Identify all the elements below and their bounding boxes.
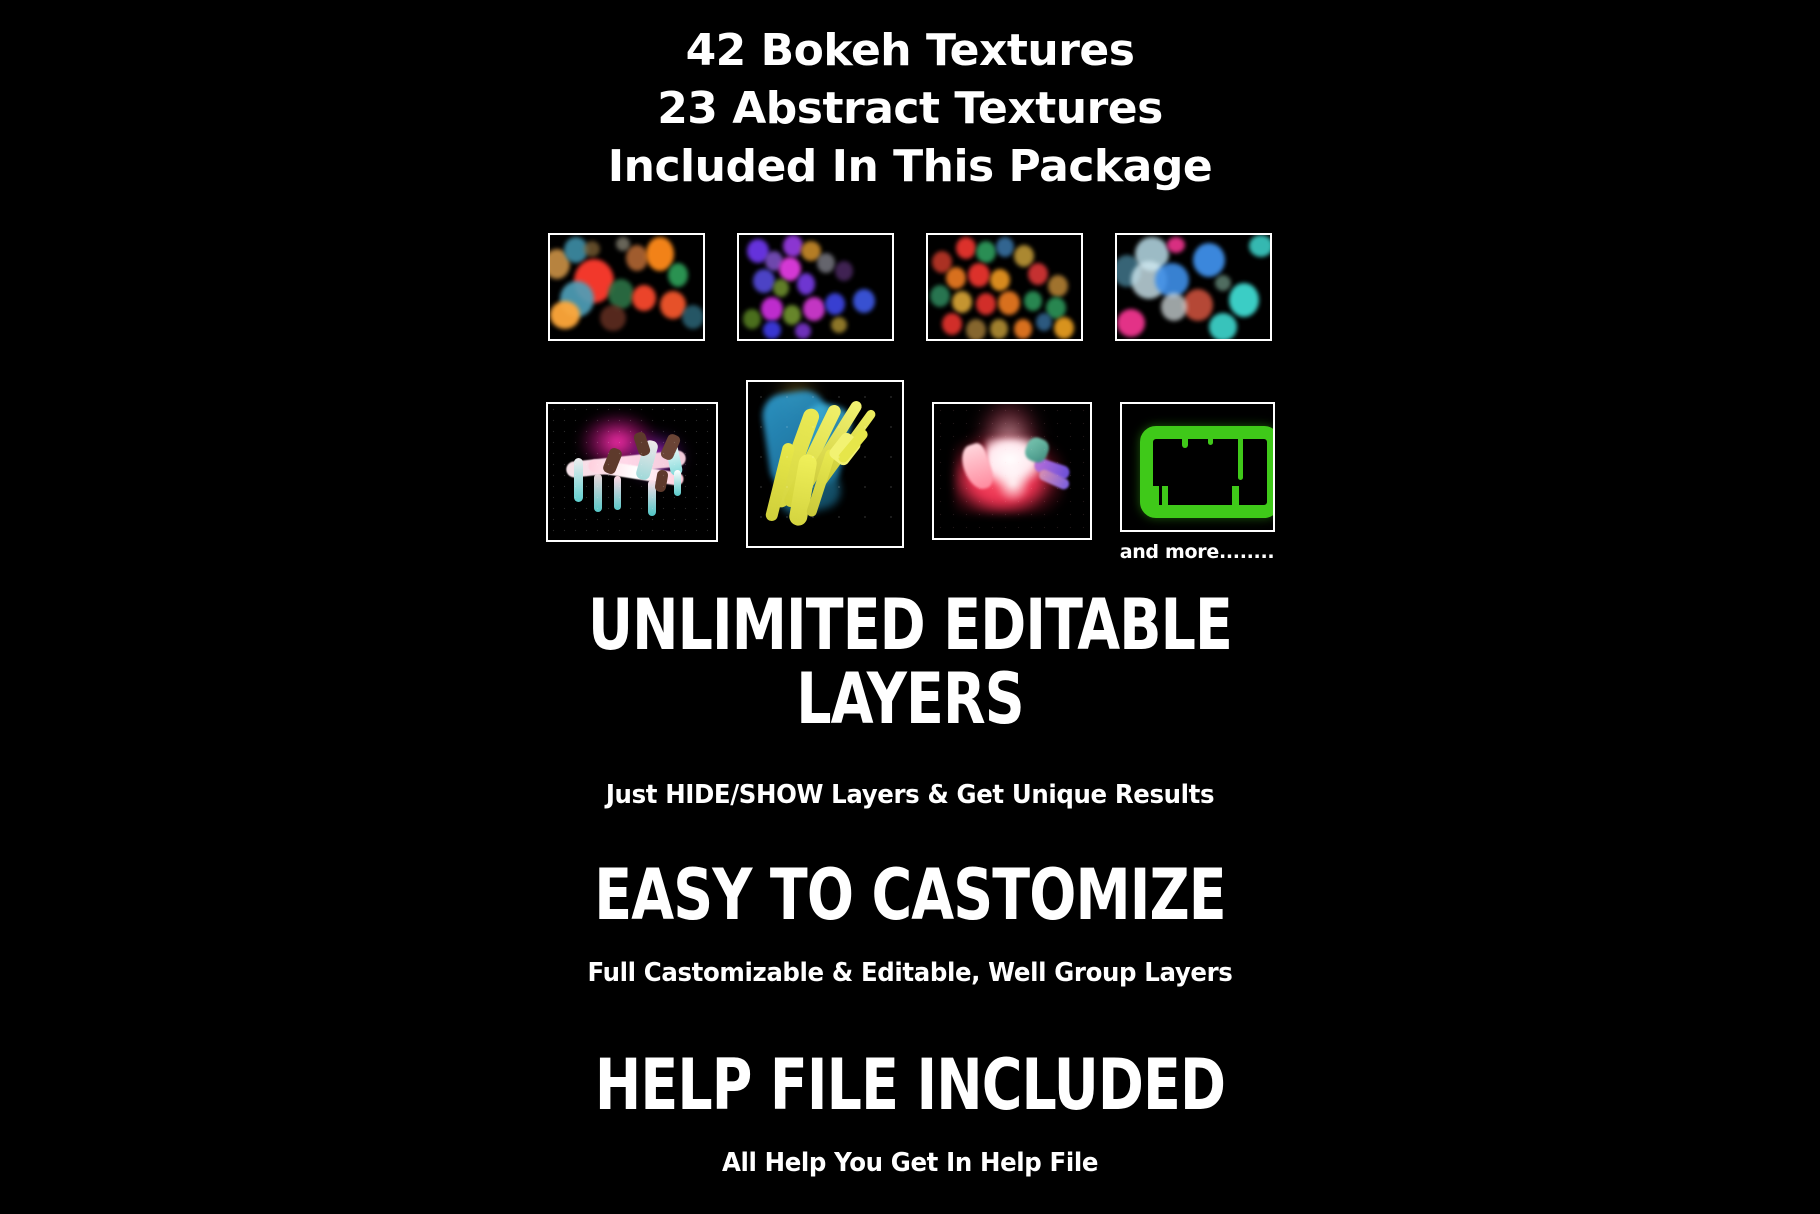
abstract-thumbnail-row: and more........: [0, 380, 1820, 563]
feature-help-file-title: HELP FILE INCLUDED: [594, 1044, 1226, 1126]
feature-help-file-subtitle: All Help You Get In Help File: [721, 1148, 1099, 1178]
bokeh-thumb-warm-red-art: [550, 235, 703, 339]
bokeh-thumb-cyan-pink[interactable]: [1115, 233, 1272, 341]
feature-unlimited-layers-title-1: UNLIMITED EDITABLE: [587, 584, 1233, 666]
abstract-thumb-green-frame-group: and more........: [1119, 380, 1275, 563]
feature-unlimited-layers-title-2: LAYERS: [796, 658, 1024, 740]
headline-line-3: Included In This Package: [607, 141, 1213, 192]
abstract-thumb-pink-drip[interactable]: [545, 402, 718, 542]
abstract-thumb-yellow-blue-strokes-art: [747, 382, 902, 546]
bokeh-thumb-warm-red[interactable]: [548, 233, 705, 341]
feature-unlimited-layers: UNLIMITED EDITABLE LAYERS Just HIDE/SHOW…: [0, 588, 1820, 812]
abstract-thumb-yellow-blue-strokes[interactable]: [745, 380, 904, 548]
bokeh-thumb-violet-art: [739, 235, 892, 339]
bokeh-thumb-violet[interactable]: [737, 233, 894, 341]
bokeh-thumb-cyan-pink-art: [1117, 235, 1270, 339]
feature-help-file: HELP FILE INCLUDED All Help You Get In H…: [0, 1048, 1820, 1180]
abstract-thumb-green-frame-art: [1122, 404, 1273, 530]
abstract-thumb-pink-splash-art: [933, 404, 1090, 538]
abstract-thumb-pink-splash[interactable]: [931, 402, 1092, 540]
headline-line-2: 23 Abstract Textures: [657, 83, 1163, 134]
feature-easy-customize-title: EASY TO CASTOMIZE: [594, 854, 1226, 936]
feature-unlimited-layers-subtitle: Just HIDE/SHOW Layers & Get Unique Resul…: [605, 780, 1215, 810]
bokeh-thumbnail-row: [0, 233, 1820, 341]
headline-block: 42 Bokeh Textures 23 Abstract Textures I…: [0, 22, 1820, 196]
promo-page: 42 Bokeh Textures 23 Abstract Textures I…: [0, 0, 1820, 1214]
abstract-thumb-pink-drip-art: [547, 404, 716, 540]
feature-easy-customize-subtitle: Full Castomizable & Editable, Well Group…: [587, 958, 1233, 988]
bokeh-thumb-multicolor[interactable]: [926, 233, 1083, 341]
headline-line-1: 42 Bokeh Textures: [685, 25, 1135, 76]
feature-easy-customize: EASY TO CASTOMIZE Full Castomizable & Ed…: [0, 858, 1820, 990]
bokeh-thumb-multicolor-art: [928, 235, 1081, 339]
and-more-label: and more........: [1119, 541, 1275, 563]
abstract-thumb-green-frame[interactable]: [1119, 402, 1275, 532]
